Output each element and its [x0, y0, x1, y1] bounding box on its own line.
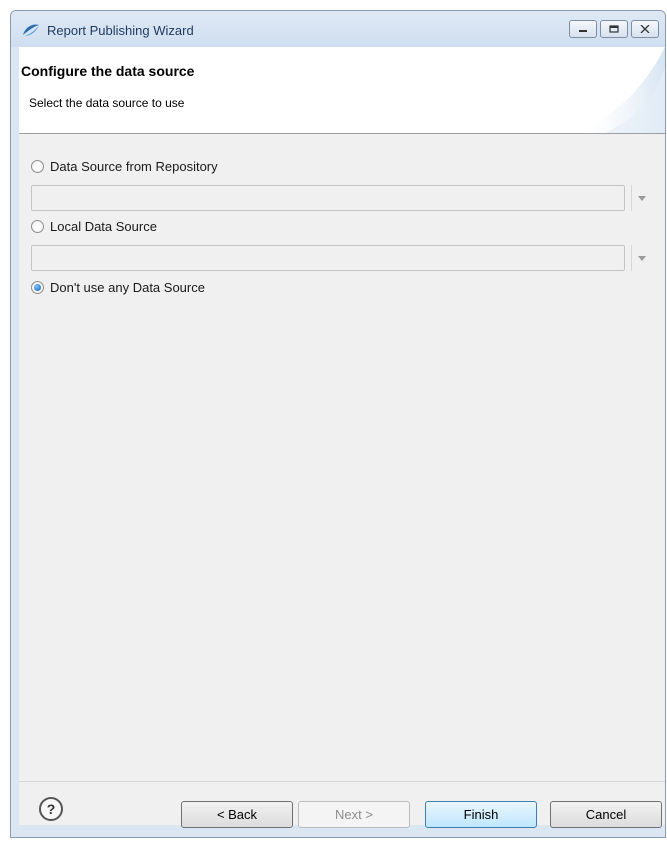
- wizard-header: Configure the data source Select the dat…: [19, 47, 665, 134]
- repository-combo-field[interactable]: [31, 185, 625, 211]
- cancel-button[interactable]: Cancel: [550, 801, 662, 828]
- back-button[interactable]: < Back: [181, 801, 293, 828]
- window-controls: [569, 20, 659, 38]
- window-title: Report Publishing Wizard: [47, 23, 194, 38]
- radio-option-none[interactable]: Don't use any Data Source: [31, 280, 205, 295]
- repository-radio[interactable]: [31, 160, 44, 173]
- local-combo[interactable]: [31, 245, 659, 271]
- wizard-client-area: Configure the data source Select the dat…: [19, 47, 665, 828]
- none-radio-label: Don't use any Data Source: [50, 280, 205, 295]
- wizard-window: Report Publishing Wizard Configure the d…: [10, 10, 666, 838]
- help-icon[interactable]: ?: [39, 797, 63, 821]
- header-banner-graphic: [575, 47, 665, 133]
- next-button[interactable]: Next >: [298, 801, 410, 828]
- local-radio-label: Local Data Source: [50, 219, 157, 234]
- local-combo-field[interactable]: [31, 245, 625, 271]
- chevron-down-icon[interactable]: [631, 245, 652, 271]
- minimize-icon[interactable]: [569, 20, 597, 38]
- footer-separator: [19, 781, 665, 782]
- page-title: Configure the data source: [21, 63, 195, 79]
- repository-radio-label: Data Source from Repository: [50, 159, 218, 174]
- eclipse-app-icon: [23, 24, 39, 36]
- none-radio[interactable]: [31, 281, 44, 294]
- chevron-down-icon[interactable]: [631, 185, 652, 211]
- radio-option-local[interactable]: Local Data Source: [31, 219, 157, 234]
- local-radio[interactable]: [31, 220, 44, 233]
- repository-combo[interactable]: [31, 185, 659, 211]
- page-description: Select the data source to use: [29, 96, 185, 110]
- radio-option-repository[interactable]: Data Source from Repository: [31, 159, 218, 174]
- title-bar[interactable]: Report Publishing Wizard: [11, 11, 665, 47]
- close-icon[interactable]: [631, 20, 659, 38]
- maximize-icon[interactable]: [600, 20, 628, 38]
- finish-button[interactable]: Finish: [425, 801, 537, 828]
